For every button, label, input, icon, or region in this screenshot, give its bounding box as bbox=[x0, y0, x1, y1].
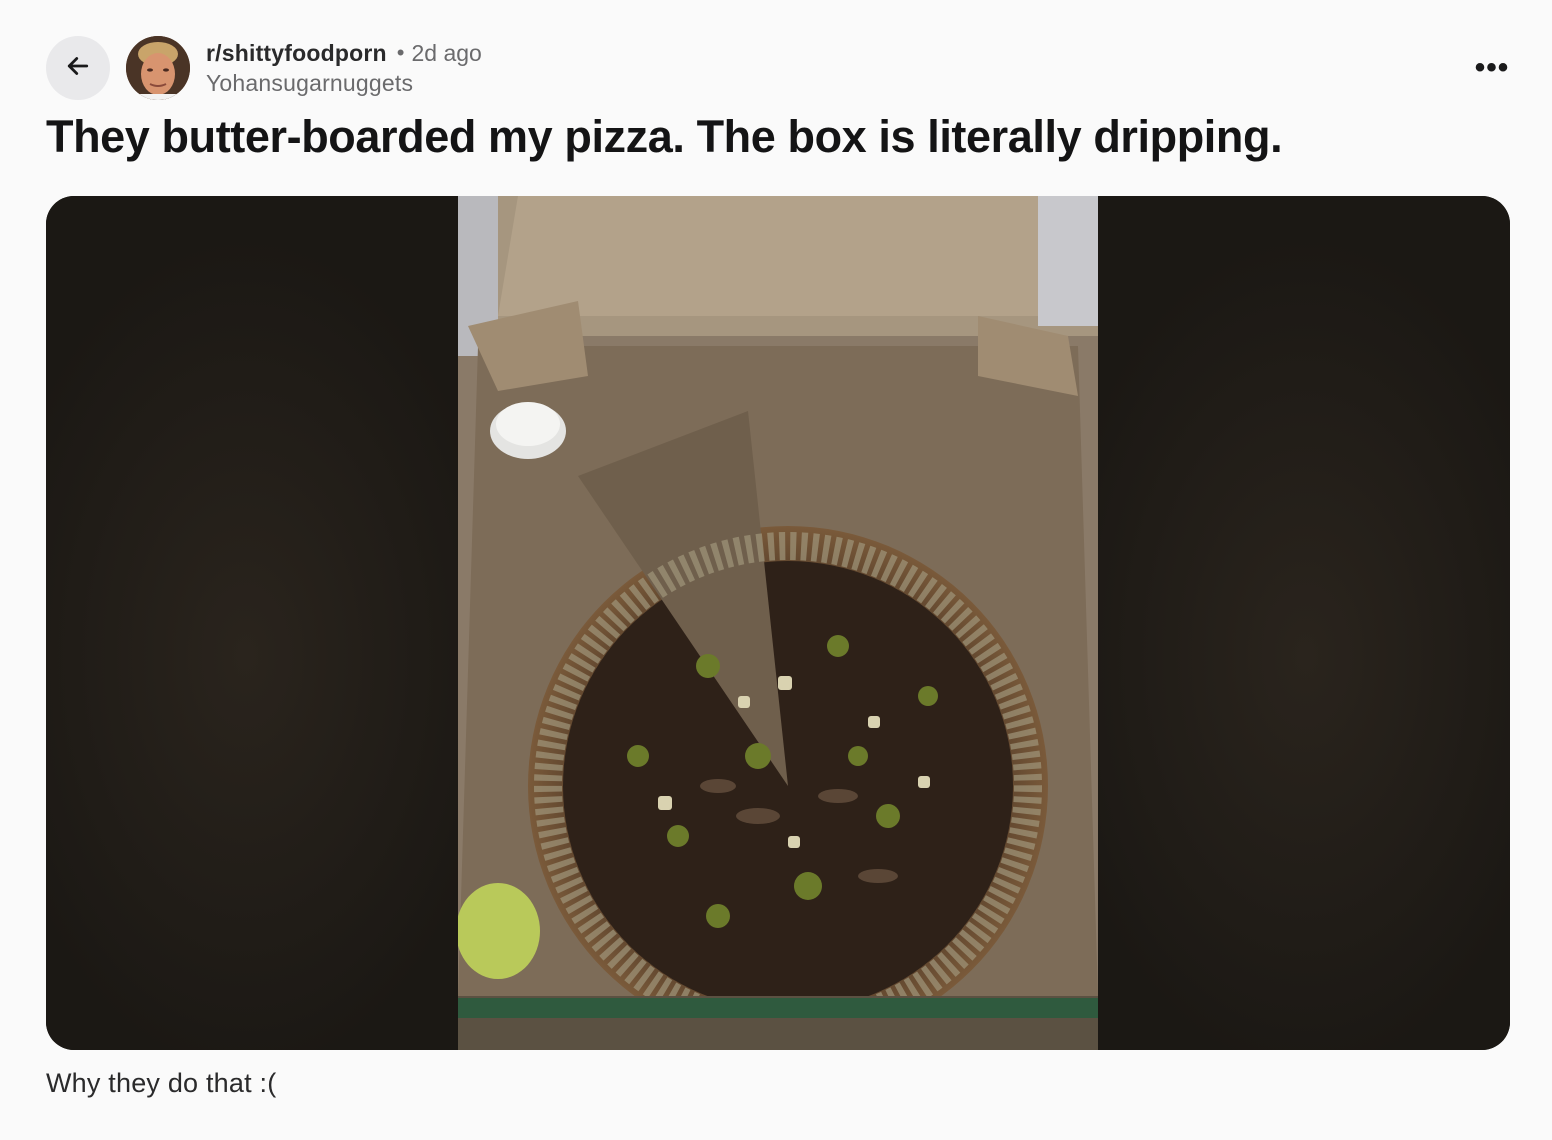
post-media[interactable] bbox=[46, 196, 1510, 1050]
subreddit-link[interactable]: r/shittyfoodporn bbox=[206, 40, 387, 67]
post-meta: r/shittyfoodporn • 2d ago Yohansugarnugg… bbox=[206, 38, 482, 97]
post-image[interactable] bbox=[458, 196, 1098, 1050]
post-body: Why they do that :( bbox=[46, 1068, 277, 1098]
more-options-button[interactable]: ••• bbox=[1464, 48, 1520, 88]
subreddit-avatar[interactable] bbox=[126, 36, 190, 100]
back-button[interactable] bbox=[46, 36, 110, 100]
post-title: They butter-boarded my pizza. The box is… bbox=[46, 111, 1283, 162]
meta-separator: • bbox=[396, 40, 405, 65]
more-horizontal-icon: ••• bbox=[1474, 51, 1510, 84]
post-detail-page: r/shittyfoodporn • 2d ago Yohansugarnugg… bbox=[0, 0, 1552, 1140]
post-time: 2d ago bbox=[411, 39, 482, 66]
author-link[interactable]: Yohansugarnuggets bbox=[206, 70, 482, 97]
arrow-left-icon bbox=[63, 51, 93, 86]
